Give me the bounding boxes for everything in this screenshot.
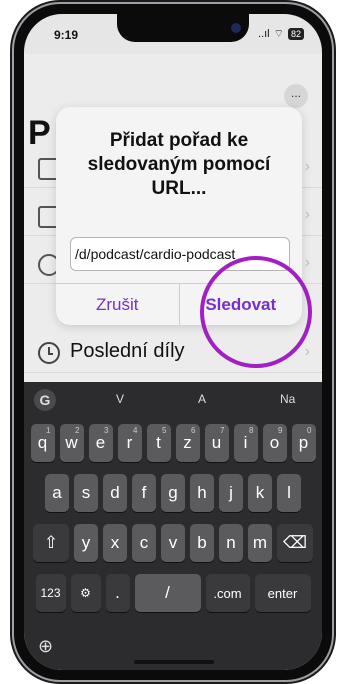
key-x[interactable]: x: [103, 524, 127, 562]
key-h[interactable]: h: [190, 474, 214, 512]
key-i[interactable]: i8: [233, 424, 258, 462]
period-key[interactable]: .: [105, 574, 130, 612]
key-m[interactable]: m: [248, 524, 272, 562]
key-row-1: q1w2e3r4t5z6u7i8o9p0: [24, 424, 322, 462]
notch: [117, 14, 249, 42]
highlight-circle: [200, 256, 312, 368]
key-b[interactable]: b: [190, 524, 214, 562]
key-o[interactable]: o9: [262, 424, 287, 462]
key-k[interactable]: k: [248, 474, 272, 512]
key-hint: 4: [133, 426, 138, 435]
page-title-initial: P: [28, 114, 51, 152]
key-w[interactable]: w2: [59, 424, 84, 462]
key-s[interactable]: s: [74, 474, 98, 512]
screen: 9:19 ..ıl ⌔ 82 ... P › › › Poslední díly…: [24, 14, 322, 670]
key-hint: 9: [278, 426, 283, 435]
backspace-key[interactable]: ⌫: [277, 524, 313, 562]
slash-key[interactable]: /: [134, 574, 201, 612]
suggestion-2[interactable]: A: [198, 392, 206, 406]
key-j[interactable]: j: [219, 474, 243, 512]
key-q[interactable]: q1: [30, 424, 55, 462]
key-a[interactable]: a: [45, 474, 69, 512]
chevron-right-icon: ›: [304, 343, 310, 360]
status-icons: ..ıl ⌔ 82: [258, 27, 304, 41]
dialog-title: Přidat pořad ke sledovaným pomocí URL...: [87, 130, 271, 199]
key-n[interactable]: n: [219, 524, 243, 562]
g-icon[interactable]: G: [34, 389, 56, 411]
globe-icon[interactable]: ⊕: [38, 636, 53, 657]
key-hint: 3: [104, 426, 109, 435]
home-indicator: [134, 660, 214, 664]
key-hint: 5: [162, 426, 167, 435]
enter-key[interactable]: enter: [254, 574, 311, 612]
shift-key[interactable]: ⇧: [33, 524, 69, 562]
dotcom-key[interactable]: .com: [205, 574, 250, 612]
cancel-button[interactable]: Zrušit: [56, 284, 179, 326]
key-p[interactable]: p0: [291, 424, 316, 462]
key-row-4: 123 ⚙. / .com enter: [24, 574, 322, 612]
suggestion-3[interactable]: Na: [280, 392, 295, 406]
more-button[interactable]: ...: [284, 84, 308, 108]
settings-key[interactable]: ⚙: [70, 574, 101, 612]
key-y[interactable]: y: [74, 524, 98, 562]
chevron-right-icon: ›: [304, 254, 310, 271]
wifi-icon: ⌔: [273, 28, 284, 40]
key-e[interactable]: e3: [88, 424, 113, 462]
list-item-label: Poslední díly: [70, 340, 185, 362]
camera-icon: [231, 23, 241, 33]
key-hint: 6: [191, 426, 196, 435]
clock-icon: [38, 342, 60, 364]
key-r[interactable]: r4: [117, 424, 142, 462]
key-u[interactable]: u7: [204, 424, 229, 462]
key-hint: 8: [249, 426, 254, 435]
battery-icon: 82: [287, 28, 304, 40]
suggestion-1[interactable]: V: [116, 392, 124, 406]
key-hint: 0: [307, 426, 312, 435]
chevron-right-icon: ›: [304, 158, 310, 175]
phone-frame: 9:19 ..ıl ⌔ 82 ... P › › › Poslední díly…: [14, 4, 332, 680]
key-g[interactable]: g: [161, 474, 185, 512]
key-l[interactable]: l: [277, 474, 301, 512]
keyboard: G V A Na q1w2e3r4t5z6u7i8o9p0 asdfghjkl …: [24, 382, 322, 670]
key-hint: 2: [75, 426, 80, 435]
key-hint: 7: [220, 426, 225, 435]
status-time: 9:19: [54, 28, 79, 42]
key-z[interactable]: z6: [175, 424, 200, 462]
key-f[interactable]: f: [132, 474, 156, 512]
key-c[interactable]: c: [132, 524, 156, 562]
key-d[interactable]: d: [103, 474, 127, 512]
key-row-2: asdfghjkl: [24, 474, 322, 512]
key-row-3: ⇧ y x c v b n m ⌫: [24, 524, 322, 562]
key-v[interactable]: v: [161, 524, 185, 562]
chevron-right-icon: ›: [304, 206, 310, 223]
signal-icon: ..ıl: [258, 28, 270, 40]
key-hint: 1: [46, 426, 51, 435]
key-t[interactable]: t5: [146, 424, 171, 462]
numbers-key[interactable]: 123: [35, 574, 66, 612]
